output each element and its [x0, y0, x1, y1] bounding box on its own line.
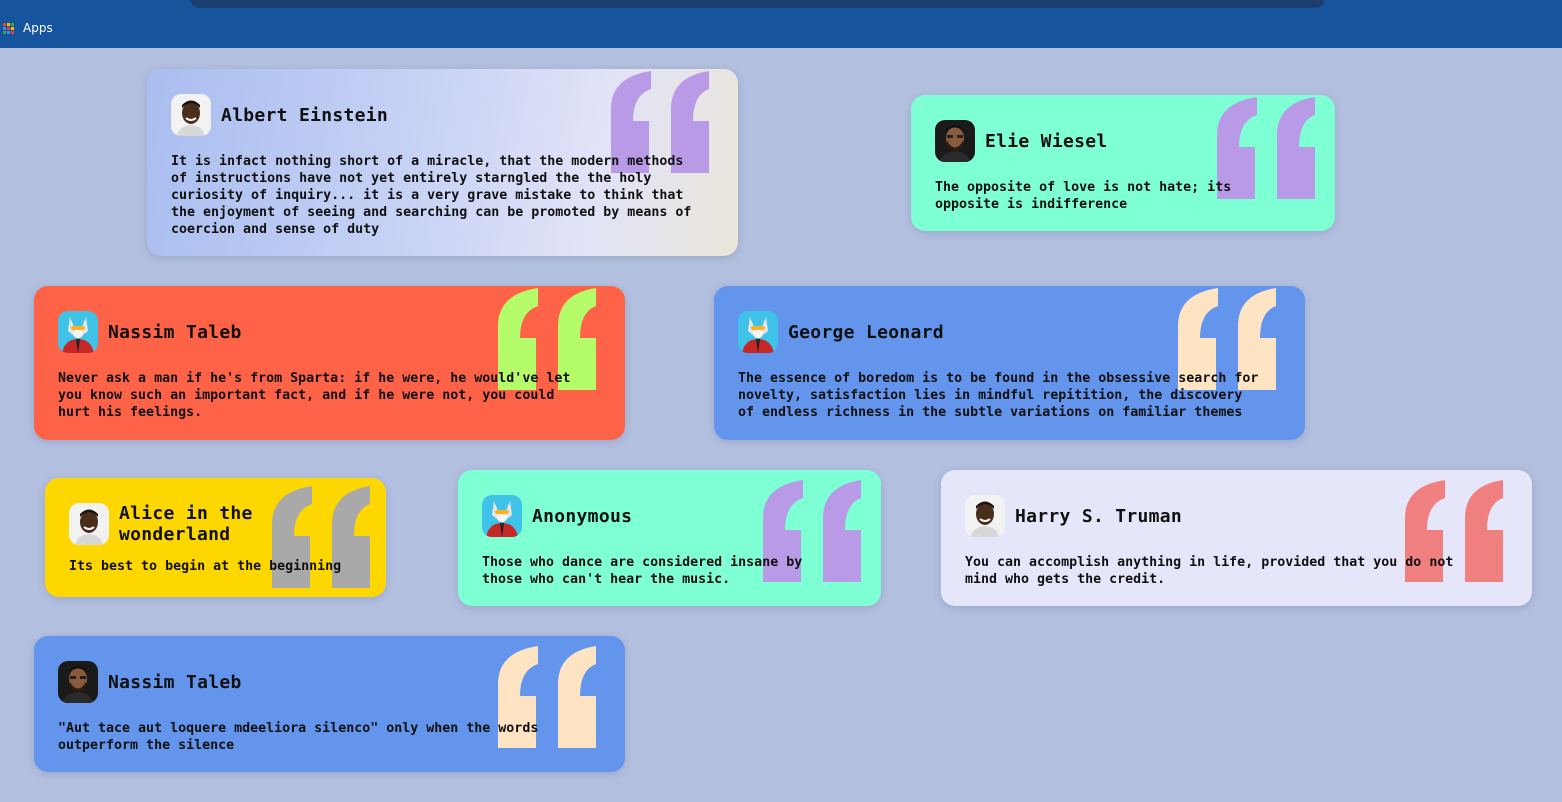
author-avatar [965, 495, 1005, 537]
author-name: Nassim Taleb [108, 671, 242, 693]
quote-card: Harry S. Truman You can accomplish anyth… [941, 470, 1532, 606]
author-name: Alice in the wonderland [119, 503, 253, 545]
browser-bookmarks-bar: Apps [0, 0, 1562, 48]
apps-label: Apps [23, 21, 53, 35]
quote-text: You can accomplish anything in life, pro… [965, 555, 1454, 587]
quote-card: Nassim Taleb Never ask a man if he's fro… [34, 286, 625, 440]
author-avatar [58, 311, 98, 353]
quote-card: George Leonard The essence of boredom is… [714, 286, 1305, 440]
quote-text: Its best to begin at the beginning [69, 559, 342, 574]
author-name: Elie Wiesel [985, 130, 1108, 152]
quote-text: Those who dance are considered insane by… [482, 555, 803, 587]
apps-grid-icon [3, 22, 14, 34]
author-name: Nassim Taleb [108, 321, 242, 343]
quote-text: It is infact nothing short of a miracle,… [171, 154, 692, 237]
apps-shortcut[interactable]: Apps [3, 20, 53, 36]
author-name: Harry S. Truman [1015, 505, 1183, 527]
author-name: Albert Einstein [221, 104, 389, 126]
author-avatar [69, 503, 109, 545]
author-name: George Leonard [788, 321, 944, 343]
author-avatar [738, 311, 778, 353]
author-name: Anonymous [532, 505, 633, 527]
author-avatar [58, 661, 98, 703]
quote-text: The essence of boredom is to be found in… [738, 371, 1259, 420]
author-avatar [482, 495, 522, 537]
author-avatar [935, 120, 975, 162]
quote-card: Alice in the wonderland Its best to begi… [45, 478, 386, 597]
author-avatar [171, 94, 211, 136]
quote-card: Anonymous Those who dance are considered… [458, 470, 881, 606]
quote-text: The opposite of love is not hate; its op… [935, 180, 1232, 212]
address-bar[interactable] [190, 0, 1325, 8]
quote-text: Never ask a man if he's from Sparta: if … [58, 371, 571, 420]
quote-text: "Aut tace aut loquere mdeeliora silenco"… [58, 721, 539, 753]
quote-card: Elie Wiesel The opposite of love is not … [911, 95, 1335, 231]
quote-card: Nassim Taleb "Aut tace aut loquere mdeel… [34, 636, 625, 772]
quote-card: Albert Einstein It is infact nothing sho… [147, 69, 738, 256]
